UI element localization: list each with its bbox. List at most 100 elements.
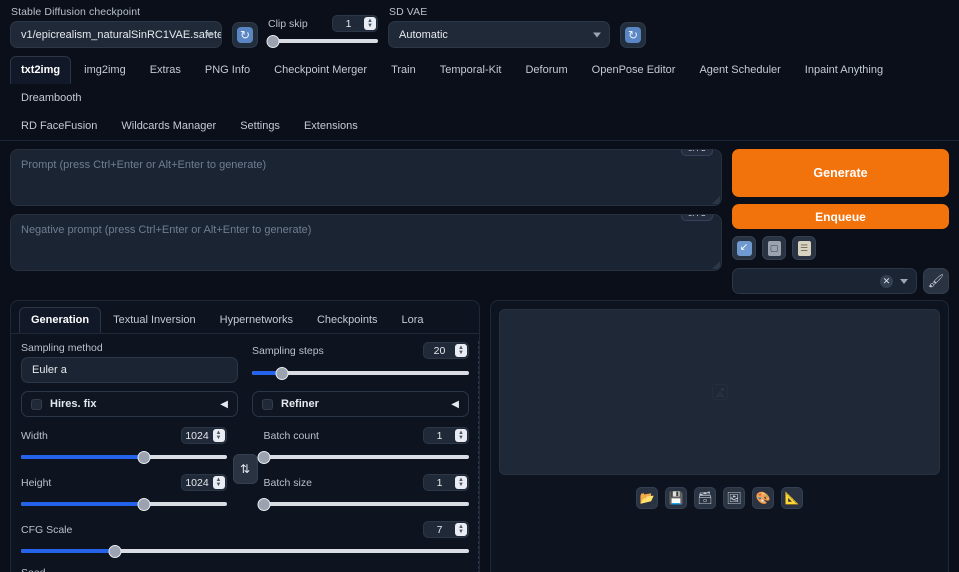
- generate-button[interactable]: Generate: [732, 149, 949, 197]
- tab-png-info[interactable]: PNG Info: [194, 56, 261, 84]
- subtab-textual-inversion[interactable]: Textual Inversion: [101, 307, 208, 333]
- save-button[interactable]: 💾: [665, 487, 687, 509]
- slider-handle[interactable]: [257, 450, 270, 464]
- styles-dropdown[interactable]: ✕: [732, 268, 917, 294]
- tab-extras[interactable]: Extras: [139, 56, 192, 84]
- tab-txt2img[interactable]: txt2img: [10, 56, 72, 84]
- save-zip-button[interactable]: 🗃: [694, 487, 716, 509]
- tab-temporal-kit[interactable]: Temporal-Kit: [429, 56, 513, 84]
- paste-style-button[interactable]: ☰: [792, 236, 816, 260]
- slider-handle[interactable]: [257, 497, 270, 511]
- prompt-tools-row: ↙ ▢ ☰: [732, 236, 949, 260]
- width-value: 1024: [185, 429, 209, 442]
- send-to-img2img-button[interactable]: 🖼: [723, 487, 745, 509]
- send-to-inpaint-palette-button[interactable]: 🎨: [752, 487, 774, 509]
- subtab-generation[interactable]: Generation: [19, 307, 102, 333]
- negative-prompt-input[interactable]: 0/75 Negative prompt (press Ctrl+Enter o…: [10, 214, 722, 271]
- read-generation-parameters-button[interactable]: ↙: [732, 236, 756, 260]
- sampling-method-dropdown[interactable]: Euler a: [21, 357, 238, 383]
- width-number-input[interactable]: 1024 ▲ ▼: [180, 427, 227, 444]
- action-column: Generate Enqueue ↙ ▢ ☰ ✕ 🖌: [732, 149, 949, 294]
- positive-prompt-input[interactable]: 0/75 Prompt (press Ctrl+Enter or Alt+Ent…: [10, 149, 722, 206]
- slider-fill: [21, 549, 116, 553]
- slider-track: [263, 455, 469, 459]
- batch-size-number-input[interactable]: 1 ▲ ▼: [423, 474, 469, 491]
- hires-fix-cell: Hires. fix ◀: [21, 383, 238, 417]
- tab-settings[interactable]: Settings: [229, 112, 291, 140]
- sampling-steps-label: Sampling steps: [252, 344, 324, 357]
- batch-count-head: Batch count 1 ▲ ▼: [264, 427, 469, 444]
- hires-fix-accordion[interactable]: Hires. fix ◀: [21, 391, 238, 417]
- sampling-steps-number-input[interactable]: 20 ▲ ▼: [423, 342, 469, 359]
- slider-handle[interactable]: [266, 34, 280, 48]
- resize-handle-icon[interactable]: [712, 196, 720, 204]
- stepper-icon[interactable]: ▲ ▼: [455, 344, 467, 357]
- tab-train[interactable]: Train: [380, 56, 427, 84]
- refresh-checkpoints-button[interactable]: ↻: [232, 22, 258, 48]
- resize-handle-icon[interactable]: [712, 261, 720, 269]
- checkpoint-dropdown[interactable]: v1/epicrealism_naturalSinRC1VAE.safetens…: [10, 21, 222, 48]
- send-to-inpaint-palette-icon: 🎨: [755, 491, 771, 505]
- height-number-input[interactable]: 1024 ▲ ▼: [180, 474, 227, 491]
- clip-skip-label: Clip skip: [268, 17, 308, 30]
- negative-prompt-placeholder: Negative prompt (press Ctrl+Enter or Alt…: [21, 224, 312, 236]
- tab-agent-scheduler[interactable]: Agent Scheduler: [688, 56, 791, 84]
- tab-img2img[interactable]: img2img: [73, 56, 137, 84]
- slider-handle[interactable]: [275, 366, 289, 380]
- tab-dreambooth[interactable]: Dreambooth: [10, 84, 93, 112]
- hires-fix-checkbox[interactable]: [31, 398, 42, 410]
- refresh-icon: ↻: [625, 27, 641, 43]
- lower-section: Generation Textual Inversion Hypernetworks…: [0, 294, 959, 572]
- tab-checkpoint-merger[interactable]: Checkpoint Merger: [263, 56, 378, 84]
- stepper-icon[interactable]: ▲ ▼: [455, 476, 467, 489]
- main-tab-bar: txt2img img2img Extras PNG Info Checkpoint M…: [0, 56, 959, 141]
- sampling-steps-slider[interactable]: [252, 366, 469, 380]
- swap-dimensions-button[interactable]: ⇅: [232, 454, 258, 484]
- refiner-checkbox[interactable]: [262, 398, 273, 410]
- batch-count-number-input[interactable]: 1 ▲ ▼: [423, 427, 469, 444]
- vae-label: SD VAE: [389, 6, 428, 18]
- clip-skip-number-input[interactable]: 1 ▲ ▼: [332, 15, 378, 32]
- stepper-icon[interactable]: ▲ ▼: [455, 523, 467, 536]
- subtab-lora[interactable]: Lora: [390, 307, 436, 333]
- tab-extensions[interactable]: Extensions: [293, 112, 369, 140]
- tab-rd-facefusion[interactable]: RD FaceFusion: [10, 112, 108, 140]
- tab-deforum[interactable]: Deforum: [514, 56, 578, 84]
- clear-prompt-trash-icon: ▢: [767, 240, 781, 256]
- generation-settings-panel: Generation Textual Inversion Hypernetworks…: [10, 300, 480, 572]
- tab-wildcards-manager[interactable]: Wildcards Manager: [110, 112, 227, 140]
- width-slider[interactable]: [21, 450, 227, 464]
- refiner-accordion[interactable]: Refiner ◀: [252, 391, 469, 417]
- subtab-hypernetworks[interactable]: Hypernetworks: [208, 307, 305, 333]
- tab-inpaint-anything[interactable]: Inpaint Anything: [794, 56, 894, 84]
- height-slider[interactable]: [21, 497, 227, 511]
- clip-skip-slider[interactable]: [266, 34, 378, 48]
- height-head: Height 1024 ▲ ▼: [21, 474, 227, 491]
- stepper-icon[interactable]: ▲ ▼: [212, 476, 225, 489]
- positive-prompt-placeholder: Prompt (press Ctrl+Enter or Alt+Enter to…: [21, 159, 267, 171]
- seed-field: Seed -1 ▲▼ 🎲 ♻: [21, 567, 469, 572]
- height-value: 1024: [185, 476, 209, 489]
- batch-size-slider[interactable]: [257, 497, 469, 511]
- batch-count-slider[interactable]: [257, 450, 469, 464]
- tab-openpose-editor[interactable]: OpenPose Editor: [581, 56, 687, 84]
- stepper-icon[interactable]: ▲ ▼: [212, 429, 225, 442]
- enqueue-button[interactable]: Enqueue: [732, 204, 949, 229]
- slider-handle[interactable]: [137, 450, 151, 464]
- vae-dropdown[interactable]: Automatic: [388, 21, 610, 48]
- slider-handle[interactable]: [137, 497, 151, 511]
- apply-style-button[interactable]: 🖌: [923, 268, 949, 294]
- stepper-icon[interactable]: ▲ ▼: [364, 17, 376, 30]
- stepper-icon[interactable]: ▲ ▼: [455, 429, 467, 442]
- output-gallery[interactable]: [499, 309, 940, 475]
- refresh-vae-button[interactable]: ↻: [620, 22, 646, 48]
- slider-handle[interactable]: [108, 544, 122, 558]
- clear-x-icon[interactable]: ✕: [880, 274, 893, 288]
- open-folder-button[interactable]: 📂: [636, 487, 658, 509]
- subtab-checkpoints[interactable]: Checkpoints: [305, 307, 390, 333]
- cfg-scale-number-input[interactable]: 7 ▲ ▼: [423, 521, 469, 538]
- clear-prompt-button[interactable]: ▢: [762, 236, 786, 260]
- save-zip-icon: 🗃: [697, 491, 713, 505]
- send-to-extras-ruler-button[interactable]: 📐: [781, 487, 803, 509]
- cfg-scale-slider[interactable]: [21, 544, 469, 558]
